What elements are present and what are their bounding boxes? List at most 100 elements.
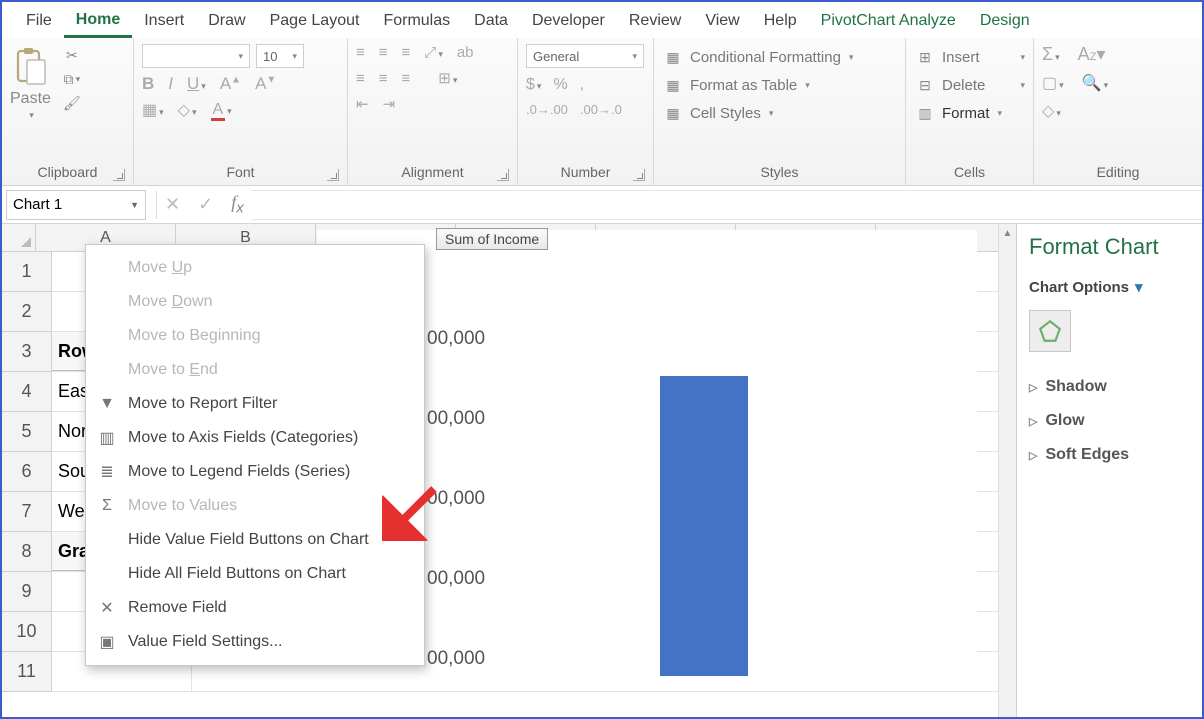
menu-move-axis-fields[interactable]: ▥Move to Axis Fields (Categories) xyxy=(86,421,424,455)
fx-icon[interactable]: fx xyxy=(231,192,244,217)
cut-icon[interactable]: ✂ xyxy=(61,44,83,66)
font-size-combo[interactable]: 10▾ xyxy=(256,44,304,68)
number-format-combo[interactable]: General▾ xyxy=(526,44,644,68)
underline-button[interactable]: U▾ xyxy=(187,74,206,94)
scroll-up-icon[interactable]: ▲ xyxy=(999,224,1016,242)
formula-input[interactable] xyxy=(252,190,1202,220)
fill-icon[interactable]: ▢▾ xyxy=(1042,73,1064,93)
enter-formula-icon[interactable]: ✓ xyxy=(198,194,213,215)
tab-design[interactable]: Design xyxy=(968,8,1042,36)
delete-cells-icon: ⊟ xyxy=(914,74,936,96)
bold-button[interactable]: B xyxy=(142,74,154,94)
tab-view[interactable]: View xyxy=(693,8,751,36)
tab-data[interactable]: Data xyxy=(462,8,520,36)
conditional-formatting-button[interactable]: ▦Conditional Formatting▾ xyxy=(662,44,897,70)
name-box[interactable]: Chart 1 ▼ xyxy=(6,190,146,220)
chart-bar[interactable] xyxy=(660,376,748,676)
dialog-launcher-alignment[interactable] xyxy=(497,169,509,181)
align-bottom-icon[interactable]: ≡ xyxy=(402,44,411,61)
y-tick: 00,000 xyxy=(427,648,485,670)
pane-item-glow[interactable]: Glow xyxy=(1029,404,1202,438)
chart-options-dropdown[interactable]: Chart Options▾ xyxy=(1029,278,1202,296)
row-header[interactable]: 4 xyxy=(2,372,51,412)
insert-cells-button[interactable]: ⊞Insert▾ xyxy=(914,44,1025,70)
align-right-icon[interactable]: ≡ xyxy=(402,70,411,87)
format-painter-icon[interactable]: 🖌 xyxy=(61,92,83,114)
decrease-indent-icon[interactable]: ⇤ xyxy=(356,95,369,113)
row-header[interactable]: 10 xyxy=(2,612,51,652)
borders-button[interactable]: ▦▾ xyxy=(142,100,164,120)
group-label-cells: Cells xyxy=(954,164,985,180)
effects-tab-icon[interactable] xyxy=(1029,310,1071,352)
italic-button[interactable]: I xyxy=(168,74,173,94)
menu-hide-value-field-buttons[interactable]: Hide Value Field Buttons on Chart xyxy=(86,523,424,557)
percent-style-icon[interactable]: % xyxy=(553,76,567,94)
copy-icon[interactable]: ⧉▾ xyxy=(61,68,83,90)
merge-center-icon[interactable]: ⊞▾ xyxy=(438,69,457,87)
align-left-icon[interactable]: ≡ xyxy=(356,70,365,87)
fill-color-button[interactable]: ◇▾ xyxy=(178,100,197,120)
vertical-scrollbar[interactable]: ▲ xyxy=(998,224,1016,717)
menu-value-field-settings[interactable]: ▣Value Field Settings... xyxy=(86,625,424,659)
menu-remove-field[interactable]: ✕Remove Field xyxy=(86,591,424,625)
group-label-number: Number xyxy=(561,164,611,180)
cell-styles-button[interactable]: ▦Cell Styles▾ xyxy=(662,100,897,126)
row-header[interactable]: 3 xyxy=(2,332,51,372)
font-color-button[interactable]: A▾ xyxy=(211,101,232,119)
menu-hide-all-field-buttons[interactable]: Hide All Field Buttons on Chart xyxy=(86,557,424,591)
row-header[interactable]: 7 xyxy=(2,492,51,532)
tab-home[interactable]: Home xyxy=(64,7,132,38)
delete-cells-button[interactable]: ⊟Delete▾ xyxy=(914,72,1025,98)
dialog-launcher-clipboard[interactable] xyxy=(113,169,125,181)
menu-move-values: ΣMove to Values xyxy=(86,489,424,523)
cancel-formula-icon[interactable]: ✕ xyxy=(165,194,180,215)
align-top-icon[interactable]: ≡ xyxy=(356,44,365,61)
find-select-icon[interactable]: 🔍▾ xyxy=(1082,73,1108,93)
orientation-icon[interactable]: ⤢▾ xyxy=(424,44,443,61)
format-cells-button[interactable]: ▥Format▾ xyxy=(914,100,1025,126)
autosum-icon[interactable]: Σ▾ xyxy=(1042,44,1060,65)
tab-page-layout[interactable]: Page Layout xyxy=(258,8,372,36)
row-header[interactable]: 6 xyxy=(2,452,51,492)
font-name-combo[interactable]: ▾ xyxy=(142,44,250,68)
align-middle-icon[interactable]: ≡ xyxy=(379,44,388,61)
comma-style-icon[interactable]: , xyxy=(580,76,584,94)
row-header[interactable]: 1 xyxy=(2,252,51,292)
tab-file[interactable]: File xyxy=(14,8,64,36)
dialog-launcher-font[interactable] xyxy=(327,169,339,181)
accounting-format-icon[interactable]: $▾ xyxy=(526,76,541,94)
decrease-decimal-icon[interactable]: .00→.0 xyxy=(580,102,622,117)
wrap-text-icon[interactable]: ab xyxy=(457,44,474,61)
tab-review[interactable]: Review xyxy=(617,8,693,36)
pane-item-shadow[interactable]: Shadow xyxy=(1029,370,1202,404)
format-as-table-button[interactable]: ▦Format as Table▾ xyxy=(662,72,897,98)
increase-font-icon[interactable]: A▲ xyxy=(220,74,241,94)
tab-pivotchart-analyze[interactable]: PivotChart Analyze xyxy=(809,8,968,36)
align-center-icon[interactable]: ≡ xyxy=(379,70,388,87)
row-header[interactable]: 8 xyxy=(2,532,51,572)
select-all-button[interactable] xyxy=(2,224,36,251)
clear-icon[interactable]: ◇▾ xyxy=(1042,101,1061,121)
group-label-alignment: Alignment xyxy=(401,164,463,180)
worksheet[interactable]: A B C D E F G 1 2 3 4 5 6 7 8 9 10 11 xyxy=(2,224,1016,717)
tab-developer[interactable]: Developer xyxy=(520,8,617,36)
sort-filter-icon[interactable]: AZ▾ xyxy=(1078,44,1106,65)
menu-move-legend-fields[interactable]: ≣Move to Legend Fields (Series) xyxy=(86,455,424,489)
row-header[interactable]: 9 xyxy=(2,572,51,612)
dialog-launcher-number[interactable] xyxy=(633,169,645,181)
pane-item-soft-edges[interactable]: Soft Edges xyxy=(1029,438,1202,472)
decrease-font-icon[interactable]: A▼ xyxy=(255,74,276,94)
paste-button[interactable]: Paste ▾ xyxy=(10,44,51,121)
tab-insert[interactable]: Insert xyxy=(132,8,196,36)
tab-help[interactable]: Help xyxy=(752,8,809,36)
increase-decimal-icon[interactable]: .0→.00 xyxy=(526,102,568,117)
menu-move-report-filter[interactable]: ▼Move to Report Filter xyxy=(86,387,424,421)
tab-formulas[interactable]: Formulas xyxy=(371,8,462,36)
tab-draw[interactable]: Draw xyxy=(196,8,257,36)
row-header[interactable]: 2 xyxy=(2,292,51,332)
chart-field-button[interactable]: Sum of Income xyxy=(436,228,548,250)
row-header[interactable]: 5 xyxy=(2,412,51,452)
increase-indent-icon[interactable]: ⇥ xyxy=(383,95,396,113)
format-as-table-icon: ▦ xyxy=(662,74,684,96)
row-header[interactable]: 11 xyxy=(2,652,51,692)
